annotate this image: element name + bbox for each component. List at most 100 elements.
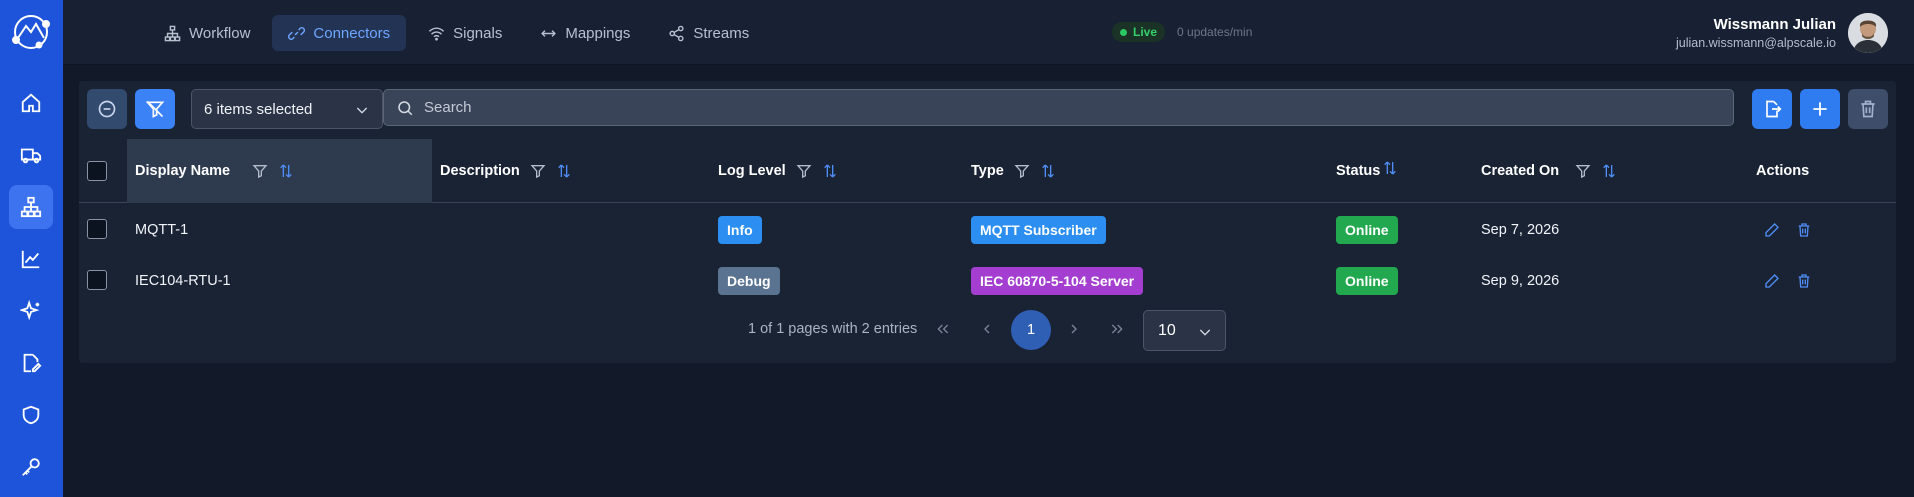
- tab-signals[interactable]: Signals: [412, 15, 518, 51]
- file-export-icon: [1766, 100, 1782, 118]
- column-label: Created On: [1481, 163, 1560, 179]
- column-label: Display Name: [135, 163, 231, 179]
- sidebar-item-connectors[interactable]: [9, 185, 53, 229]
- cell-created-on: Sep 9, 2026: [1481, 272, 1560, 289]
- row-checkbox[interactable]: [87, 270, 107, 290]
- column-type[interactable]: Type: [971, 139, 1056, 203]
- sidebar-item-ai[interactable]: [9, 289, 53, 333]
- home-icon: [21, 93, 41, 113]
- last-page-button[interactable]: [1103, 315, 1131, 343]
- tab-streams[interactable]: Streams: [652, 15, 765, 51]
- status-badge: Online: [1336, 215, 1398, 244]
- column-display-name[interactable]: Display Name: [127, 139, 432, 203]
- column-label: Type: [971, 163, 1004, 179]
- edit-icon[interactable]: [1764, 222, 1780, 238]
- row-actions: [1764, 255, 1812, 306]
- tab-label: Streams: [693, 24, 750, 42]
- filter-icon[interactable]: [796, 163, 812, 179]
- next-page-button[interactable]: [1060, 315, 1088, 343]
- search-icon: [398, 101, 413, 116]
- type-badge: MQTT Subscriber: [971, 215, 1106, 244]
- filter-icon[interactable]: [252, 163, 268, 179]
- log-level-badge: Info: [718, 215, 762, 244]
- sort-icon[interactable]: [556, 163, 572, 179]
- chevrons-right-icon: [1111, 324, 1123, 334]
- table-row[interactable]: IEC104-RTU-1 Debug IEC 60870-5-104 Serve…: [79, 255, 1896, 306]
- tab-connectors[interactable]: Connectors: [272, 15, 407, 51]
- add-button[interactable]: [1800, 89, 1840, 129]
- truck-icon: [20, 148, 42, 164]
- column-status[interactable]: Status: [1336, 139, 1398, 203]
- arrows-icon: [541, 29, 557, 37]
- selection-dropdown[interactable]: 6 items selected: [191, 89, 383, 129]
- page-size-select[interactable]: 10: [1143, 310, 1226, 351]
- sidebar-item-delivery[interactable]: [9, 133, 53, 177]
- wifi-icon: [429, 26, 445, 41]
- user-email: julian.wissmann@alpscale.io: [1676, 36, 1836, 50]
- table-row[interactable]: MQTT-1 Info MQTT Subscriber Online Sep 7…: [79, 204, 1896, 255]
- chevron-down-icon: [1199, 329, 1211, 336]
- file-edit-icon: [23, 353, 42, 373]
- sidebar-item-home[interactable]: [9, 81, 53, 125]
- chevrons-left-icon: [937, 324, 949, 334]
- sort-icon[interactable]: [822, 163, 838, 179]
- column-description[interactable]: Description: [440, 139, 572, 203]
- clear-filter-button[interactable]: [135, 89, 175, 129]
- search-box[interactable]: [383, 89, 1734, 126]
- selection-label: 6 items selected: [204, 100, 313, 118]
- share-icon: [669, 25, 684, 41]
- table-header: Display Name Description Log Level Type …: [79, 139, 1896, 203]
- table-toolbar: 6 items selected: [87, 89, 1888, 131]
- edit-icon[interactable]: [1764, 273, 1780, 289]
- column-log-level[interactable]: Log Level: [718, 139, 838, 203]
- column-label: Status: [1336, 163, 1381, 179]
- page-button-current[interactable]: 1: [1011, 310, 1051, 350]
- chevron-down-icon: [356, 107, 368, 114]
- tab-mappings[interactable]: Mappings: [524, 15, 646, 51]
- first-page-button[interactable]: [929, 315, 957, 343]
- pagination: 1 of 1 pages with 2 entries 1 10: [79, 305, 1896, 353]
- sidebar-item-documents[interactable]: [9, 341, 53, 385]
- sidebar-item-analytics[interactable]: [9, 237, 53, 281]
- delete-selected-button[interactable]: [1848, 89, 1888, 129]
- cell-display-name: MQTT-1: [135, 221, 189, 238]
- prev-page-button[interactable]: [973, 315, 1001, 343]
- deselect-button[interactable]: [87, 89, 127, 129]
- column-label: Log Level: [718, 163, 786, 179]
- sort-icon[interactable]: [1040, 163, 1056, 179]
- filter-icon[interactable]: [530, 163, 546, 179]
- sort-icon[interactable]: [1601, 163, 1617, 179]
- column-created-on[interactable]: Created On: [1481, 139, 1617, 203]
- trash-icon: [1861, 100, 1875, 118]
- shield-icon: [22, 405, 40, 425]
- log-level-badge: Debug: [718, 266, 780, 295]
- avatar[interactable]: [1848, 13, 1888, 53]
- pagination-info: 1 of 1 pages with 2 entries: [748, 321, 918, 337]
- key-icon: [22, 458, 40, 476]
- sidebar-item-keys[interactable]: [9, 445, 53, 489]
- sort-icon[interactable]: [278, 163, 294, 179]
- select-all-checkbox[interactable]: [87, 161, 107, 181]
- live-badge: Live: [1112, 22, 1166, 42]
- filter-off-icon: [145, 100, 165, 118]
- column-actions: Actions: [1756, 139, 1809, 203]
- status-badge: Online: [1336, 266, 1398, 295]
- chevron-left-icon: [984, 324, 990, 334]
- trash-icon[interactable]: [1796, 222, 1812, 238]
- trash-icon[interactable]: [1796, 273, 1812, 289]
- filter-icon[interactable]: [1014, 163, 1030, 179]
- export-button[interactable]: [1752, 89, 1792, 129]
- sort-icon[interactable]: [1382, 160, 1398, 176]
- sidebar-item-security[interactable]: [9, 393, 53, 437]
- user-info[interactable]: Wissmann Julian julian.wissmann@alpscale…: [1676, 16, 1836, 50]
- filter-icon[interactable]: [1575, 163, 1591, 179]
- update-rate: 0 updates/min: [1177, 25, 1253, 39]
- app-logo-icon[interactable]: [9, 12, 53, 52]
- live-dot-icon: [1120, 28, 1127, 36]
- type-badge: IEC 60870-5-104 Server: [971, 266, 1144, 295]
- row-checkbox[interactable]: [87, 219, 107, 239]
- tab-workflow[interactable]: Workflow: [148, 15, 266, 51]
- plus-icon: [1813, 102, 1827, 116]
- network-icon: [20, 196, 42, 218]
- search-input[interactable]: [424, 99, 1733, 116]
